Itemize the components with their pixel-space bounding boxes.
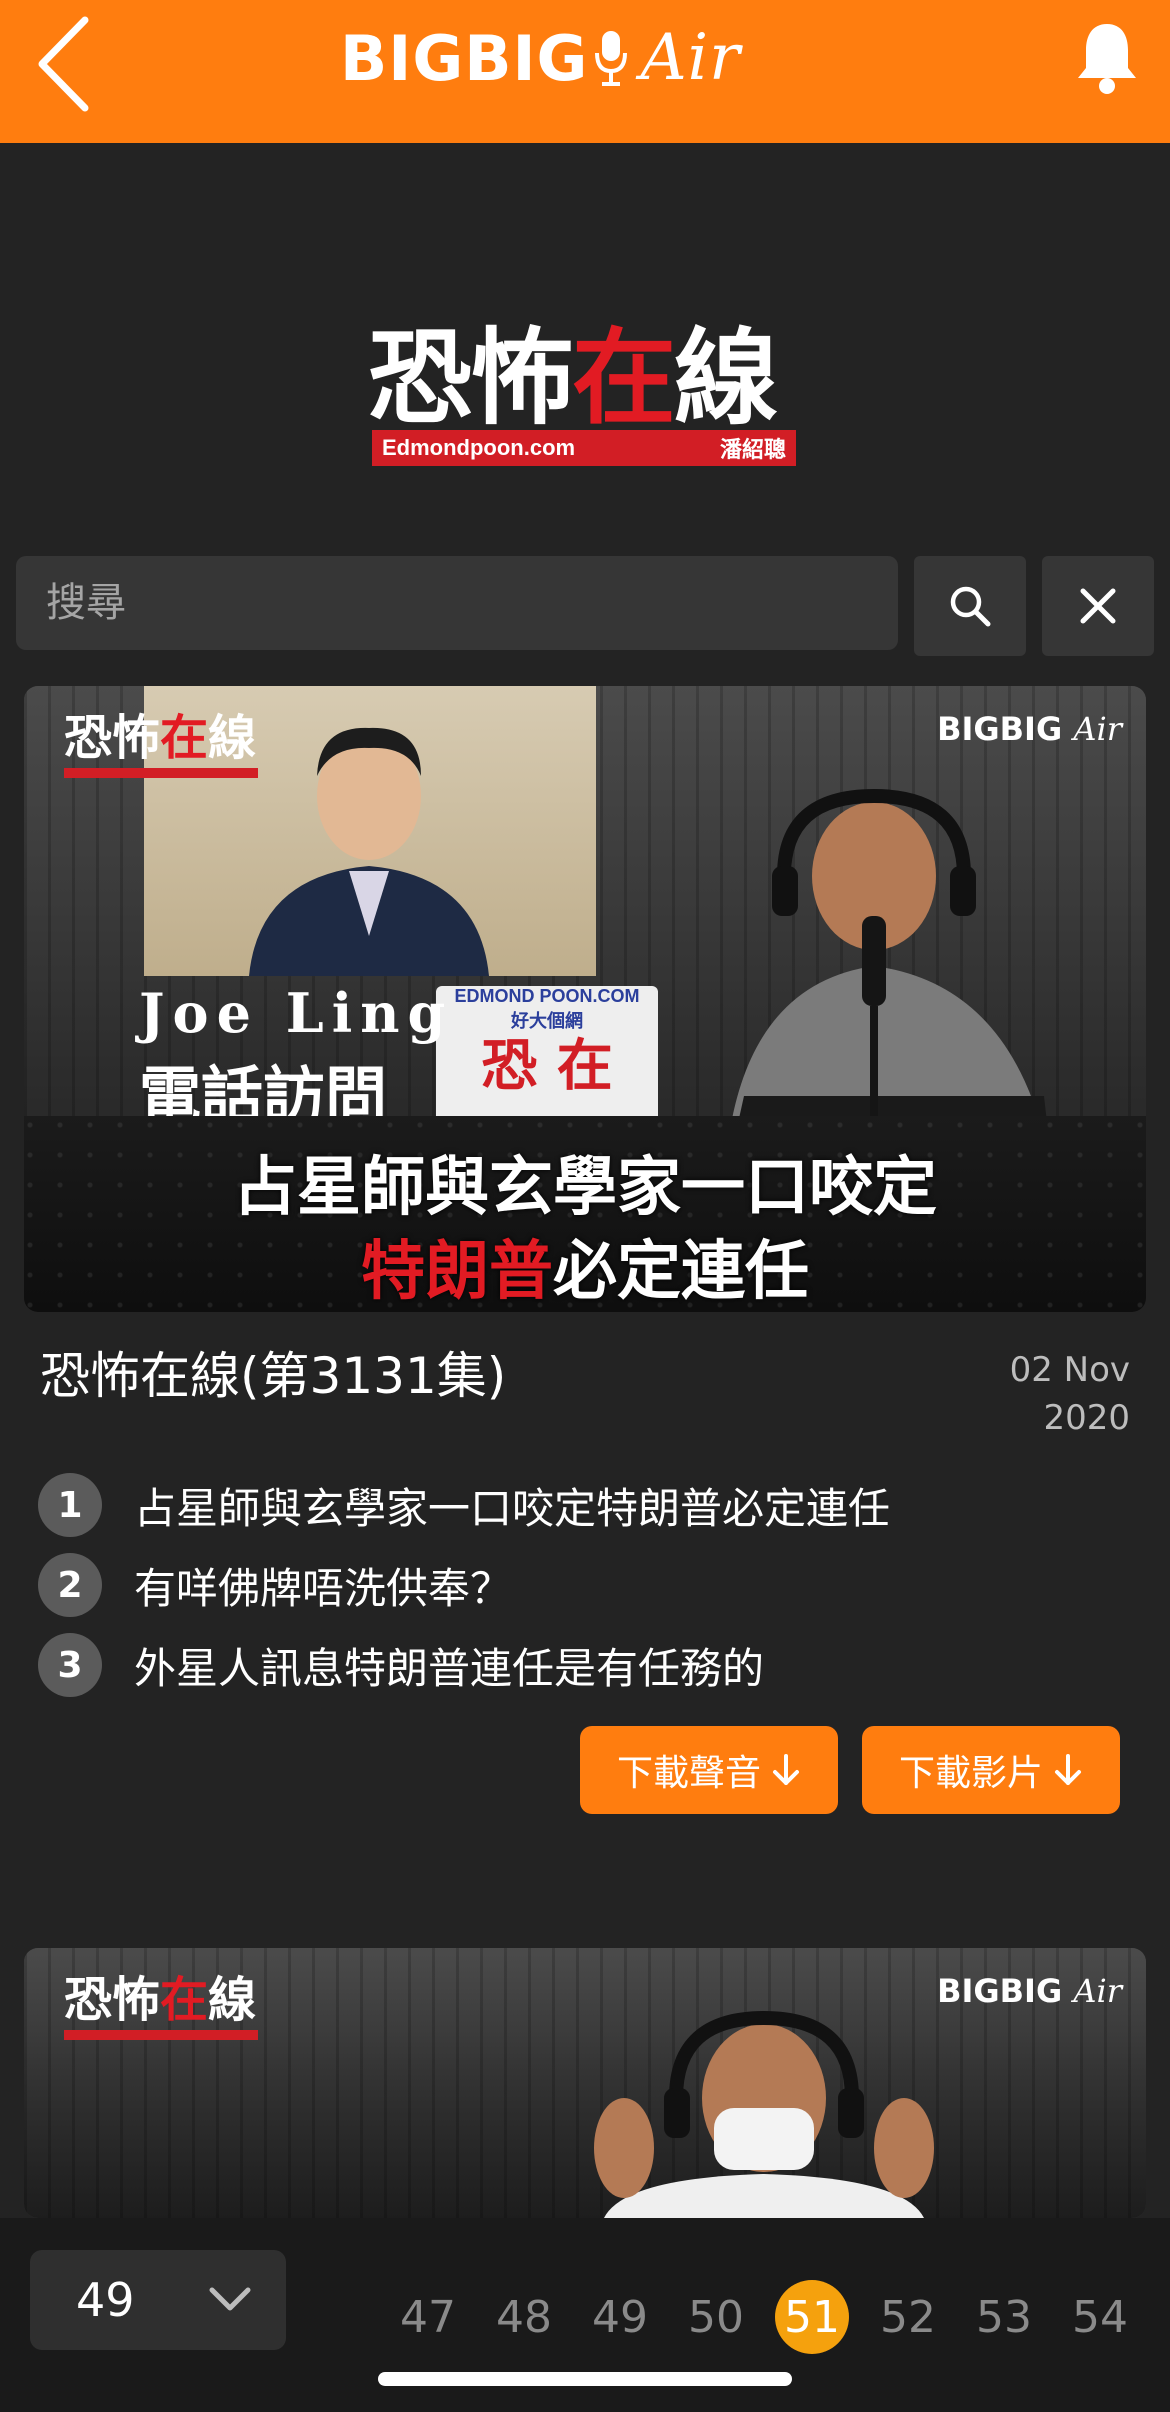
topic-text: 占星師與玄學家一口咬定特朗普必定連任: [134, 1483, 891, 1533]
episode-thumbnail[interactable]: 恐怖在線 BIGBIG Air: [24, 1948, 1146, 2218]
topic-number-badge: 1: [38, 1473, 102, 1537]
notification-button[interactable]: [1072, 18, 1142, 98]
brand-logo: BIGBIG Air: [340, 18, 840, 98]
page-number[interactable]: 50: [668, 2280, 764, 2354]
topic-item: 2 有咩佛牌唔洗供奉？: [38, 1552, 512, 1618]
studio-sign: EDMOND POON.COM 好大個網 恐 在: [436, 986, 658, 1126]
arrow-down-icon: [773, 1754, 799, 1785]
show-logo-host: 潘紹聰: [719, 437, 786, 462]
download-audio-button[interactable]: 下載聲音: [580, 1726, 838, 1814]
page-dropdown[interactable]: 49: [30, 2250, 286, 2350]
topic-item: 3 外星人訊息特朗普連任是有任務的: [38, 1632, 764, 1698]
topic-text: 有咩佛牌唔洗供奉？: [134, 1563, 513, 1613]
search-box: [16, 556, 898, 650]
search-icon: [950, 586, 991, 627]
page-number[interactable]: 48: [476, 2280, 572, 2354]
show-logo-title: 恐怖在線: [368, 316, 778, 439]
topic-item: 1 占星師與玄學家一口咬定特朗普必定連任: [38, 1472, 890, 1538]
episode-thumbnail[interactable]: EDMOND POON.COM 好大個網 恐 在 Joe Ling 電話訪問 占…: [24, 686, 1146, 1312]
brand-main: BIGBIG: [340, 21, 589, 95]
thumbnail-headline-line1: 占星師與玄學家一口咬定: [233, 1150, 937, 1225]
download-video-button[interactable]: 下載影片: [862, 1726, 1120, 1814]
arrow-down-icon: [1055, 1754, 1081, 1785]
thumbnail-show-logo: 恐怖在線: [64, 1972, 258, 2040]
download-video-label: 下載影片: [898, 1753, 1043, 1794]
episode-date: 02 Nov 2020: [1009, 1350, 1130, 1438]
back-button[interactable]: [30, 12, 110, 112]
thumbnail-headline-line2: 特朗普必定連任: [361, 1234, 809, 1309]
guest-name: Joe Ling: [139, 981, 454, 1045]
close-icon: [1080, 588, 1116, 624]
search-button[interactable]: [914, 556, 1026, 656]
episode-title[interactable]: 恐怖在線(第3131集): [40, 1336, 506, 1408]
search-input[interactable]: [16, 556, 898, 650]
topic-text: 外星人訊息特朗普連任是有任務的: [134, 1643, 765, 1693]
topic-number-badge: 3: [38, 1633, 102, 1697]
page-number[interactable]: 53: [956, 2280, 1052, 2354]
page-number[interactable]: 52: [860, 2280, 956, 2354]
host-portrait: [594, 2010, 934, 2218]
chevron-left-icon: [38, 16, 89, 112]
page-number-active[interactable]: 51: [764, 2280, 860, 2354]
guest-caption: Joe Ling 電話訪問: [139, 981, 453, 1135]
page-number-list: 47 48 49 50 51 52 53 54: [380, 2280, 1148, 2354]
topic-number-badge: 2: [38, 1553, 102, 1617]
guest-portrait: [249, 727, 489, 976]
page-dropdown-value: 49: [76, 2273, 135, 2327]
thumbnail-brand-logo: BIGBIG Air: [937, 710, 1122, 748]
show-logo-strip: Edmondpoon.com 潘紹聰: [372, 430, 796, 466]
thumbnail-show-logo: 恐怖在線: [64, 710, 258, 778]
page-number[interactable]: 49: [572, 2280, 668, 2354]
clear-search-button[interactable]: [1042, 556, 1154, 656]
microphone-icon: [595, 31, 628, 86]
bell-icon: [1078, 24, 1136, 94]
home-indicator[interactable]: [378, 2372, 792, 2386]
download-audio-label: 下載聲音: [616, 1753, 761, 1794]
brand-script: Air: [640, 21, 741, 95]
thumbnail-brand-logo: BIGBIG Air: [937, 1972, 1122, 2010]
page-number[interactable]: 47: [380, 2280, 476, 2354]
show-logo-url: Edmondpoon.com: [382, 435, 576, 460]
app-header: BIGBIG Air: [0, 0, 1170, 143]
show-logo: 恐怖在線 Edmondpoon.com 潘紹聰: [368, 318, 802, 470]
chevron-down-icon: [209, 2287, 251, 2311]
page-number[interactable]: 54: [1052, 2280, 1148, 2354]
